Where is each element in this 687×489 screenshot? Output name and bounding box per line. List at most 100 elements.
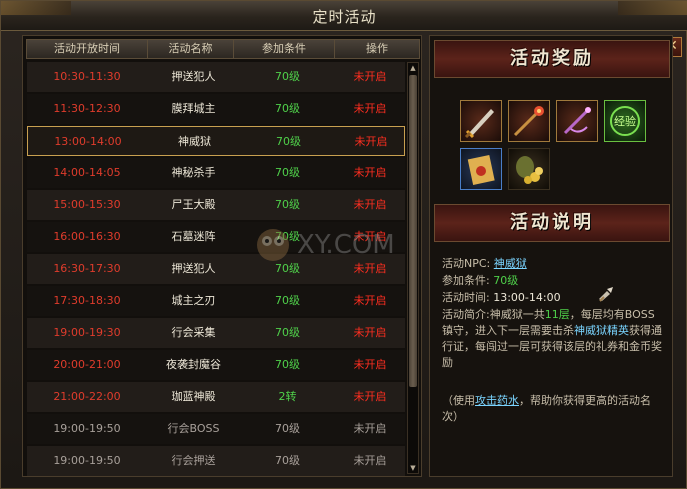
table-header: 活动开放时间 活动名称 参加条件 操作 xyxy=(26,39,420,59)
intro-text: 活动简介:神威狱一共11层，每层均有BOSS镇守，进入下一层需要击杀神威狱精英获… xyxy=(442,307,662,371)
table-row[interactable]: 13:00-14:00 神威狱 70级 未开启 xyxy=(27,126,405,156)
description-title: 活动说明 xyxy=(434,204,670,242)
time-label: 活动时间: xyxy=(442,291,490,304)
time-value: 13:00-14:00 xyxy=(493,291,561,304)
scroll-up-icon[interactable]: ▲ xyxy=(408,63,418,73)
row-time: 14:00-14:05 xyxy=(53,166,121,179)
scrollbar[interactable]: ▲ ▼ xyxy=(407,62,419,474)
row-condition: 70级 xyxy=(275,198,300,211)
row-condition: 70级 xyxy=(275,166,300,179)
table-row[interactable]: 15:00-15:30 尸王大殿 70级 未开启 xyxy=(27,190,405,220)
row-status[interactable]: 未开启 xyxy=(335,446,405,476)
gold-coins-icon[interactable] xyxy=(508,148,550,190)
condition-line: 参加条件: 70级 xyxy=(442,273,662,290)
sword-icon[interactable] xyxy=(460,100,502,142)
row-time: 16:00-16:30 xyxy=(53,230,121,243)
condition-value: 70级 xyxy=(493,274,519,287)
intro-label: 活动简介: xyxy=(442,308,490,321)
schedule-list: 10:30-11:30 押送犯人 70级 未开启 11:30-12:30 膜拜城主 70级未… xyxy=(27,62,405,476)
time-line: 活动时间: 13:00-14:00 xyxy=(442,290,662,307)
fly-shoe-icon[interactable] xyxy=(597,285,615,303)
row-condition: 70级 xyxy=(275,422,300,435)
npc-line: 活动NPC: 神威狱 xyxy=(442,256,662,273)
row-status[interactable]: 未开启 xyxy=(335,382,405,412)
row-status[interactable]: 未开启 xyxy=(335,62,405,92)
row-time: 16:30-17:30 xyxy=(53,262,121,275)
row-status[interactable]: 未开启 xyxy=(335,222,405,252)
row-time: 13:00-14:00 xyxy=(54,135,122,148)
row-activity-name: 行会押送 xyxy=(171,454,216,467)
header-operation: 操作 xyxy=(366,42,388,55)
row-condition: 70级 xyxy=(276,135,301,148)
npc-label: 活动NPC: xyxy=(442,257,491,270)
info-panel: 活动奖励 经验 活动说明 活动NPC: 神威狱 参加条件: 70级 活动时间: … xyxy=(429,35,673,477)
row-activity-name: 膜拜城主 xyxy=(171,102,216,115)
row-time: 17:30-18:30 xyxy=(53,294,121,307)
row-condition: 70级 xyxy=(275,70,300,83)
row-condition: 2转 xyxy=(278,390,297,403)
row-time: 11:30-12:30 xyxy=(53,102,121,115)
table-row[interactable]: 10:30-11:30 押送犯人 70级 未开启 xyxy=(27,62,405,92)
description-body: 活动NPC: 神威狱 参加条件: 70级 活动时间: 13:00-14:00 活… xyxy=(434,246,670,474)
row-activity-name: 押送犯人 xyxy=(171,70,216,83)
row-status[interactable]: 未开启 xyxy=(335,414,405,444)
row-condition: 70级 xyxy=(275,102,300,115)
header-condition: 参加条件 xyxy=(234,40,335,58)
reward-title: 活动奖励 xyxy=(434,40,670,78)
table-row[interactable]: 16:00-16:30 石墓迷阵 70级 未开启 xyxy=(27,222,405,252)
table-row[interactable]: 20:00-21:00 夜袭封魔谷 70级 未开启 xyxy=(27,350,405,380)
row-condition: 70级 xyxy=(275,358,300,371)
header-name: 活动名称 xyxy=(148,40,234,58)
row-activity-name: 押送犯人 xyxy=(171,262,216,275)
activity-window: 定时活动 活动开放时间 活动名称 参加条件 操作 10:30-11:30 押送犯人… xyxy=(0,0,687,489)
title-bar[interactable]: 定时活动 xyxy=(1,1,687,31)
window-title: 定时活动 xyxy=(312,8,377,26)
row-time: 19:00-19:50 xyxy=(53,454,121,467)
attack-potion-link[interactable]: 攻击药水 xyxy=(475,394,519,407)
table-row[interactable]: 19:00-19:50 行会BOSS 70级 未开启 xyxy=(27,414,405,444)
intro-floors: 11层 xyxy=(544,308,570,321)
row-activity-name: 夜袭封魔谷 xyxy=(166,358,221,371)
row-status[interactable]: 未开启 xyxy=(335,158,405,188)
row-status[interactable]: 未开启 xyxy=(336,127,406,157)
row-activity-name: 城主之刃 xyxy=(171,294,216,307)
wand-icon[interactable] xyxy=(556,100,598,142)
table-row[interactable]: 21:00-22:00 珈蓝神殿 2转 未开启 xyxy=(27,382,405,412)
table-row[interactable]: 11:30-12:30 膜拜城主 70级 未开启 xyxy=(27,94,405,124)
header-time: 活动开放时间 xyxy=(27,40,148,58)
row-condition: 70级 xyxy=(275,454,300,467)
table-row[interactable]: 17:30-18:30 城主之刃 70级 未开启 xyxy=(27,286,405,316)
row-time: 15:00-15:30 xyxy=(53,198,121,211)
row-status[interactable]: 未开启 xyxy=(335,94,405,124)
potion-note: （使用攻击药水，帮助你获得更高的活动名次） xyxy=(442,393,662,425)
experience-orb-icon[interactable]: 经验 xyxy=(604,100,646,142)
scroll-thumb[interactable] xyxy=(409,75,417,387)
staff-icon[interactable] xyxy=(508,100,550,142)
scroll-icon[interactable] xyxy=(460,148,502,190)
experience-orb-label: 经验 xyxy=(614,114,636,128)
row-status[interactable]: 未开启 xyxy=(335,350,405,380)
row-status[interactable]: 未开启 xyxy=(335,254,405,284)
reward-items: 经验 xyxy=(434,82,670,198)
table-row[interactable]: 19:00-19:30 行会采集 70级 未开启 xyxy=(27,318,405,348)
npc-link[interactable]: 神威狱 xyxy=(494,257,527,270)
table-row[interactable]: 14:00-14:05 神秘杀手 70级 未开启 xyxy=(27,158,405,188)
row-time: 19:00-19:30 xyxy=(53,326,121,339)
row-time: 20:00-21:00 xyxy=(53,358,121,371)
row-condition: 70级 xyxy=(275,294,300,307)
row-status[interactable]: 未开启 xyxy=(335,190,405,220)
table-row[interactable]: 16:30-17:30 押送犯人 70级 未开启 xyxy=(27,254,405,284)
row-condition: 70级 xyxy=(275,262,300,275)
row-status[interactable]: 未开启 xyxy=(335,318,405,348)
row-condition: 70级 xyxy=(275,326,300,339)
row-status[interactable]: 未开启 xyxy=(335,286,405,316)
scroll-down-icon[interactable]: ▼ xyxy=(408,463,418,473)
row-activity-name: 行会采集 xyxy=(171,326,216,339)
intro-part1: 神威狱一共 xyxy=(489,308,545,321)
row-time: 10:30-11:30 xyxy=(53,70,121,83)
row-time: 19:00-19:50 xyxy=(53,422,121,435)
intro-elite: 神威狱精英 xyxy=(574,324,629,337)
table-row[interactable]: 19:00-19:50 行会押送 70级 未开启 xyxy=(27,446,405,476)
row-activity-name: 尸王大殿 xyxy=(171,198,216,211)
note-part1: （使用 xyxy=(442,394,475,407)
